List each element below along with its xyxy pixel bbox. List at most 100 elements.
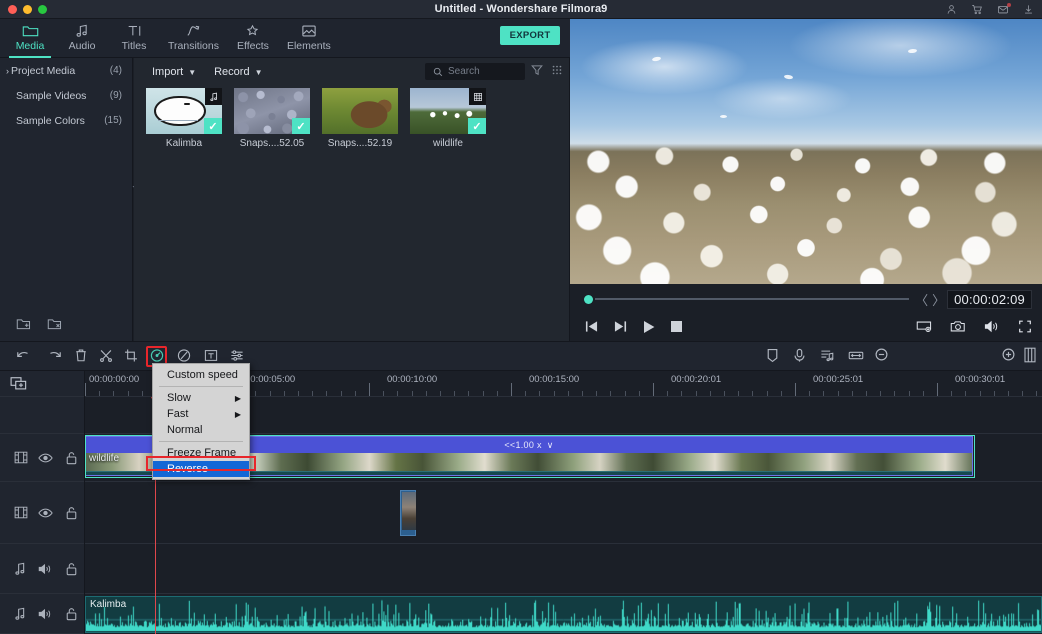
media-search-box[interactable] bbox=[425, 63, 525, 80]
split-icon[interactable] bbox=[99, 348, 113, 363]
adjust-icon[interactable] bbox=[230, 348, 244, 363]
menu-item-fast[interactable]: Fast ▶ bbox=[153, 406, 249, 422]
tab-titles[interactable]: Titles bbox=[108, 19, 160, 58]
tab-label: Transitions bbox=[168, 40, 219, 52]
film-icon[interactable] bbox=[8, 451, 33, 464]
media-item-wildlife[interactable]: ✓ wildlife bbox=[410, 88, 486, 149]
grid-view-icon[interactable] bbox=[551, 64, 563, 76]
search-input[interactable] bbox=[448, 66, 518, 77]
marker-icon[interactable] bbox=[766, 348, 779, 363]
volume-icon[interactable] bbox=[984, 320, 1000, 333]
prev-frame-button[interactable] bbox=[584, 320, 599, 333]
timeline-clip-small[interactable] bbox=[400, 490, 416, 536]
media-thumbnail[interactable] bbox=[322, 88, 398, 134]
eye-icon[interactable] bbox=[33, 507, 58, 519]
mark-out-icon[interactable]: 〉 bbox=[930, 290, 947, 309]
timeline-clip-kalimba[interactable]: Kalimba bbox=[85, 596, 1042, 633]
media-library-sidebar: › Project Media (4) Sample Videos (9) Sa… bbox=[0, 58, 133, 341]
menu-item-normal[interactable]: Normal bbox=[153, 422, 249, 438]
account-icon[interactable] bbox=[946, 4, 957, 15]
speed-icon[interactable] bbox=[150, 348, 164, 363]
speaker-icon[interactable] bbox=[33, 563, 58, 575]
tab-effects[interactable]: Effects bbox=[227, 19, 279, 58]
media-thumbnail[interactable]: ✓ bbox=[146, 88, 222, 134]
voiceover-icon[interactable] bbox=[793, 348, 806, 363]
lock-icon[interactable] bbox=[59, 562, 84, 576]
menu-item-custom-speed[interactable]: Custom speed bbox=[153, 367, 249, 383]
media-thumbnail[interactable]: ✓ bbox=[234, 88, 310, 134]
transition-icon bbox=[168, 22, 219, 39]
tab-transitions[interactable]: Transitions bbox=[160, 19, 227, 58]
effects-icon bbox=[235, 22, 271, 39]
track-row-audio-1[interactable] bbox=[85, 544, 1042, 594]
track-header-empty bbox=[0, 397, 84, 434]
track-row-video-2[interactable] bbox=[85, 482, 1042, 544]
audio-mixer-icon[interactable] bbox=[820, 348, 834, 363]
lock-icon[interactable] bbox=[59, 607, 84, 621]
fit-timeline-icon[interactable] bbox=[848, 348, 864, 363]
sidebar-item-project-media[interactable]: › Project Media (4) bbox=[0, 58, 132, 83]
record-label: Record bbox=[214, 66, 250, 78]
mail-icon[interactable] bbox=[997, 2, 1011, 15]
render-bar-icon[interactable] bbox=[1024, 347, 1036, 363]
stop-button[interactable] bbox=[670, 320, 683, 333]
filter-icon[interactable] bbox=[531, 64, 543, 76]
media-item-snaps-5205[interactable]: ✓ Snaps....52.05 bbox=[234, 88, 310, 149]
selected-check-icon: ✓ bbox=[292, 118, 310, 134]
zoom-out-icon[interactable] bbox=[875, 348, 888, 361]
tab-label: Audio bbox=[68, 40, 96, 52]
lock-icon[interactable] bbox=[59, 506, 84, 520]
tab-audio[interactable]: Audio bbox=[56, 19, 108, 58]
eye-icon[interactable] bbox=[33, 452, 58, 464]
text-icon[interactable] bbox=[204, 348, 218, 363]
menu-item-freeze-frame[interactable]: Freeze Frame bbox=[153, 445, 249, 461]
sidebar-item-sample-colors[interactable]: Sample Colors (15) bbox=[0, 108, 132, 133]
preview-video-surface[interactable] bbox=[570, 19, 1042, 284]
tab-media[interactable]: Media bbox=[4, 19, 56, 58]
preview-timecode[interactable]: 00:00:02:09 bbox=[947, 289, 1032, 309]
scrubber-handle[interactable] bbox=[584, 294, 593, 304]
speed-context-menu[interactable]: Custom speed Slow ▶ Fast ▶ Normal Freeze… bbox=[152, 363, 250, 480]
import-button[interactable]: Import ▼ bbox=[144, 64, 204, 80]
menu-item-reverse[interactable]: Reverse bbox=[153, 461, 249, 477]
track-header-column bbox=[0, 371, 85, 634]
add-track-button[interactable] bbox=[0, 371, 84, 397]
preview-right-controls bbox=[916, 320, 1032, 333]
film-icon[interactable] bbox=[8, 506, 33, 519]
sidebar-item-sample-videos[interactable]: Sample Videos (9) bbox=[0, 83, 132, 108]
tab-elements[interactable]: Elements bbox=[279, 19, 339, 58]
ruler-label: 00:00:20:01 bbox=[671, 374, 722, 385]
music-icon[interactable] bbox=[8, 607, 33, 621]
track-row-audio-2[interactable]: Kalimba bbox=[85, 594, 1042, 634]
menu-item-slow[interactable]: Slow ▶ bbox=[153, 390, 249, 406]
chevron-down-icon[interactable]: ∨ bbox=[547, 440, 554, 451]
new-folder-icon[interactable] bbox=[16, 317, 33, 331]
export-button[interactable]: EXPORT bbox=[500, 26, 560, 45]
undo-icon[interactable] bbox=[16, 348, 32, 363]
media-item-grid: ✓ Kalimba ✓ Snaps....52.05 Snaps....52.1… bbox=[146, 88, 486, 149]
scrubber-track[interactable] bbox=[595, 298, 910, 300]
speaker-icon[interactable] bbox=[33, 608, 58, 620]
menu-separator bbox=[159, 386, 243, 387]
snapshot-settings-icon[interactable] bbox=[916, 320, 932, 333]
cart-icon[interactable] bbox=[971, 4, 983, 15]
play-button[interactable] bbox=[642, 320, 656, 334]
delete-icon[interactable] bbox=[74, 348, 88, 363]
ruler-label: 00:00:30:01 bbox=[955, 374, 1006, 385]
next-frame-button[interactable] bbox=[613, 320, 628, 333]
record-button[interactable]: Record ▼ bbox=[206, 64, 270, 80]
crop-icon[interactable] bbox=[124, 348, 138, 363]
media-thumbnail[interactable]: ✓ bbox=[410, 88, 486, 134]
redo-icon[interactable] bbox=[46, 348, 62, 363]
lock-icon[interactable] bbox=[59, 451, 84, 465]
media-item-kalimba[interactable]: ✓ Kalimba bbox=[146, 88, 222, 149]
mark-in-icon[interactable]: 〈 bbox=[913, 290, 930, 309]
download-icon[interactable] bbox=[1023, 4, 1034, 15]
media-item-snaps-5219[interactable]: Snaps....52.19 bbox=[322, 88, 398, 149]
color-icon[interactable] bbox=[177, 348, 191, 363]
music-icon[interactable] bbox=[8, 562, 33, 576]
camera-icon[interactable] bbox=[950, 320, 966, 333]
fullscreen-icon[interactable] bbox=[1018, 320, 1032, 333]
delete-folder-icon[interactable] bbox=[47, 317, 64, 331]
zoom-in-icon[interactable] bbox=[1002, 348, 1015, 361]
